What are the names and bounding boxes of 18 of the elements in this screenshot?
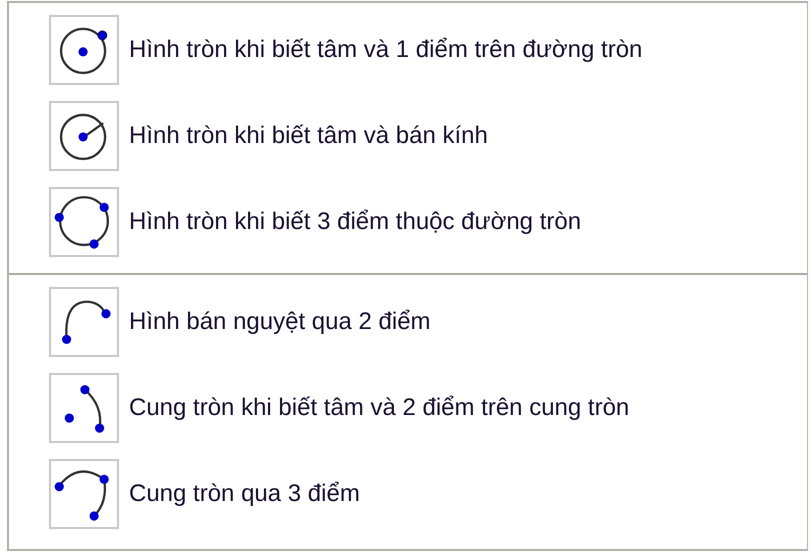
arc-with-points-icon bbox=[49, 459, 119, 529]
menu-item-label: Hình bán nguyệt qua 2 điểm bbox=[129, 308, 431, 336]
menu-item[interactable]: Cung tròn khi biết tâm và 2 điểm trên cung tròn bbox=[9, 365, 807, 451]
menu-item-label: Cung tròn khi biết tâm và 2 điểm trên cung tròn bbox=[129, 394, 630, 422]
menu-item[interactable]: Hình bán nguyệt qua 2 điểm bbox=[9, 279, 807, 365]
menu-item-label: Hình tròn khi biết tâm và bán kính bbox=[129, 122, 488, 150]
menu-item[interactable]: Hình tròn khi biết 3 điểm thuộc đường tròn bbox=[9, 179, 807, 265]
circle-with-radius-icon bbox=[49, 101, 119, 171]
arc-with-points-icon bbox=[49, 373, 119, 443]
menu-item-label: Hình tròn khi biết tâm và 1 điểm trên đường tròn bbox=[129, 36, 642, 64]
menu-item-label: Cung tròn qua 3 điểm bbox=[129, 480, 360, 508]
menu-item[interactable]: Cung tròn qua 3 điểm bbox=[9, 451, 807, 537]
menu-item[interactable]: Hình tròn khi biết tâm và bán kính bbox=[9, 93, 807, 179]
arc-with-points-icon bbox=[49, 287, 119, 357]
menu-item[interactable]: Hình tròn khi biết tâm và 1 điểm trên đường tròn bbox=[9, 7, 807, 93]
circle-with-points-icon bbox=[49, 187, 119, 257]
circle-with-points-icon bbox=[49, 15, 119, 85]
menu-item-label: Hình tròn khi biết 3 điểm thuộc đường tròn bbox=[129, 208, 582, 236]
